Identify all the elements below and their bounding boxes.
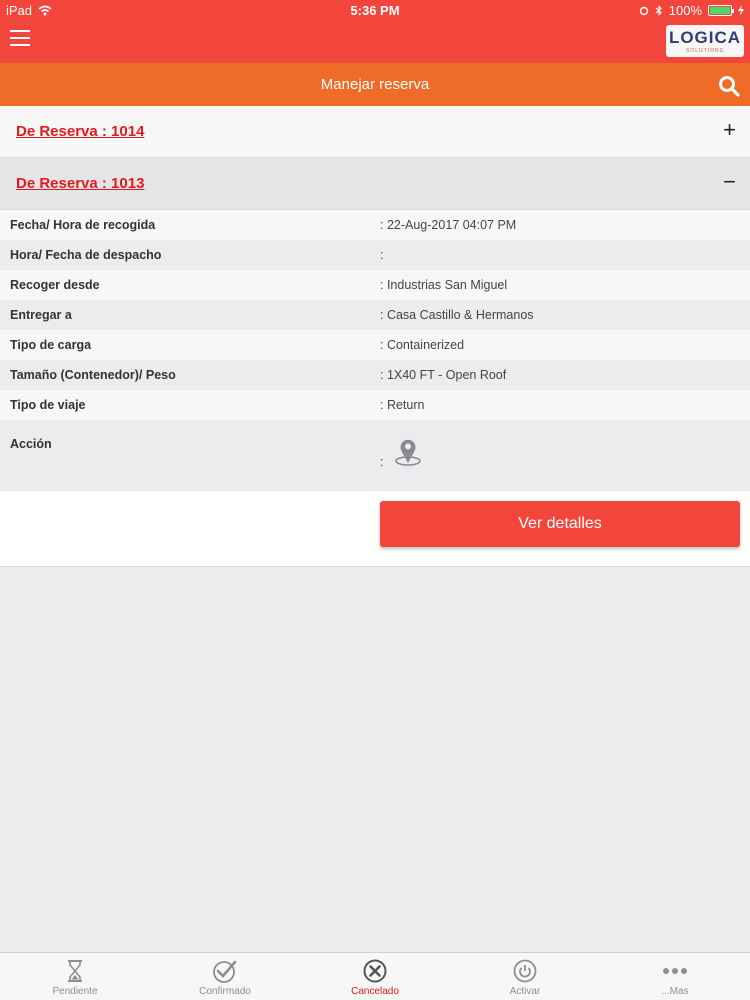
battery-icon xyxy=(708,5,734,16)
search-icon[interactable] xyxy=(718,75,740,97)
detail-row: Tipo de carga : Containerized xyxy=(0,330,750,360)
tab-bar: Pendiente Confirmado Cancelado Activar .… xyxy=(0,952,750,1000)
tab-label: Cancelado xyxy=(351,986,399,997)
logo-text: LOGICA xyxy=(668,28,742,47)
detail-value: : xyxy=(380,248,384,262)
action-label: Acción xyxy=(10,437,52,451)
detail-value: : 1X40 FT - Open Roof xyxy=(380,368,507,382)
more-icon xyxy=(663,968,687,974)
detail-value: : Casa Castillo & Hermanos xyxy=(380,308,534,322)
page-title: Manejar reserva xyxy=(320,76,430,93)
app-logo: LOGICA SOLUTIONS xyxy=(666,25,744,57)
status-bar: iPad 5:36 PM 100% xyxy=(0,0,750,20)
reservation-title-link[interactable]: De Reserva : 1014 xyxy=(16,123,144,140)
detail-row: Entregar a : Casa Castillo & Hermanos xyxy=(0,300,750,330)
tab-label: ...Mas xyxy=(661,986,689,997)
button-area: Ver detalles xyxy=(0,491,750,567)
detail-label: Fecha/ Hora de recogida xyxy=(10,218,156,232)
detail-label: Tamaño (Contenedor)/ Peso xyxy=(10,368,176,382)
tab-activar[interactable]: Activar xyxy=(450,953,600,1000)
alarm-icon xyxy=(639,6,648,15)
app-bar: LOGICA SOLUTIONS xyxy=(0,20,750,63)
detail-value: : Return xyxy=(380,398,425,412)
detail-row: Tamaño (Contenedor)/ Peso : 1X40 FT - Op… xyxy=(0,360,750,390)
tab-label: Pendiente xyxy=(52,986,98,997)
location-pin-icon[interactable] xyxy=(393,436,423,468)
x-circle-icon xyxy=(363,959,387,983)
page-header: Manejar reserva xyxy=(0,63,750,106)
detail-label: Tipo de carga xyxy=(10,338,92,352)
reservation-header-1014[interactable]: De Reserva : 1014 + xyxy=(0,106,750,158)
action-colon: : xyxy=(380,455,384,469)
collapse-icon[interactable]: − xyxy=(723,170,736,194)
detail-value: : 22-Aug-2017 04:07 PM xyxy=(380,218,517,232)
reservation-details: Fecha/ Hora de recogida : 22-Aug-2017 04… xyxy=(0,210,750,484)
status-right: 100% xyxy=(639,3,744,18)
charging-icon xyxy=(738,5,744,16)
detail-row: Hora/ Fecha de despacho : xyxy=(0,240,750,270)
reservation-title-link[interactable]: De Reserva : 1013 xyxy=(16,175,144,192)
expand-icon[interactable]: + xyxy=(723,118,736,142)
tab-pendiente[interactable]: Pendiente xyxy=(0,953,150,1000)
detail-label: Tipo de viaje xyxy=(10,398,86,412)
detail-row: Tipo de viaje : Return xyxy=(0,390,750,420)
tab-label: Confirmado xyxy=(199,986,251,997)
tab-mas[interactable]: ...Mas xyxy=(600,953,750,1000)
view-details-button[interactable]: Ver detalles xyxy=(380,501,740,547)
detail-label: Entregar a xyxy=(10,308,72,322)
check-circle-icon xyxy=(213,960,237,983)
detail-row: Fecha/ Hora de recogida : 22-Aug-2017 04… xyxy=(0,210,750,240)
tab-confirmado[interactable]: Confirmado xyxy=(150,953,300,1000)
status-time: 5:36 PM xyxy=(350,3,400,18)
hourglass-icon xyxy=(68,960,82,982)
tab-label: Activar xyxy=(509,986,541,997)
bluetooth-icon xyxy=(655,5,662,16)
battery-percent: 100% xyxy=(668,3,702,18)
detail-value: : Containerized xyxy=(380,338,465,352)
detail-value: : Industrias San Miguel xyxy=(380,278,508,292)
detail-row: Recoger desde : Industrias San Miguel xyxy=(0,270,750,300)
menu-button[interactable] xyxy=(10,30,30,48)
reservation-header-1013[interactable]: De Reserva : 1013 − xyxy=(0,158,750,210)
logo-subtext: SOLUTIONS xyxy=(686,48,724,54)
detail-label: Hora/ Fecha de despacho xyxy=(10,248,162,262)
action-row: Acción : xyxy=(0,420,750,484)
detail-label: Recoger desde xyxy=(10,278,100,292)
tab-cancelado[interactable]: Cancelado xyxy=(300,953,450,1000)
power-icon xyxy=(513,959,537,983)
